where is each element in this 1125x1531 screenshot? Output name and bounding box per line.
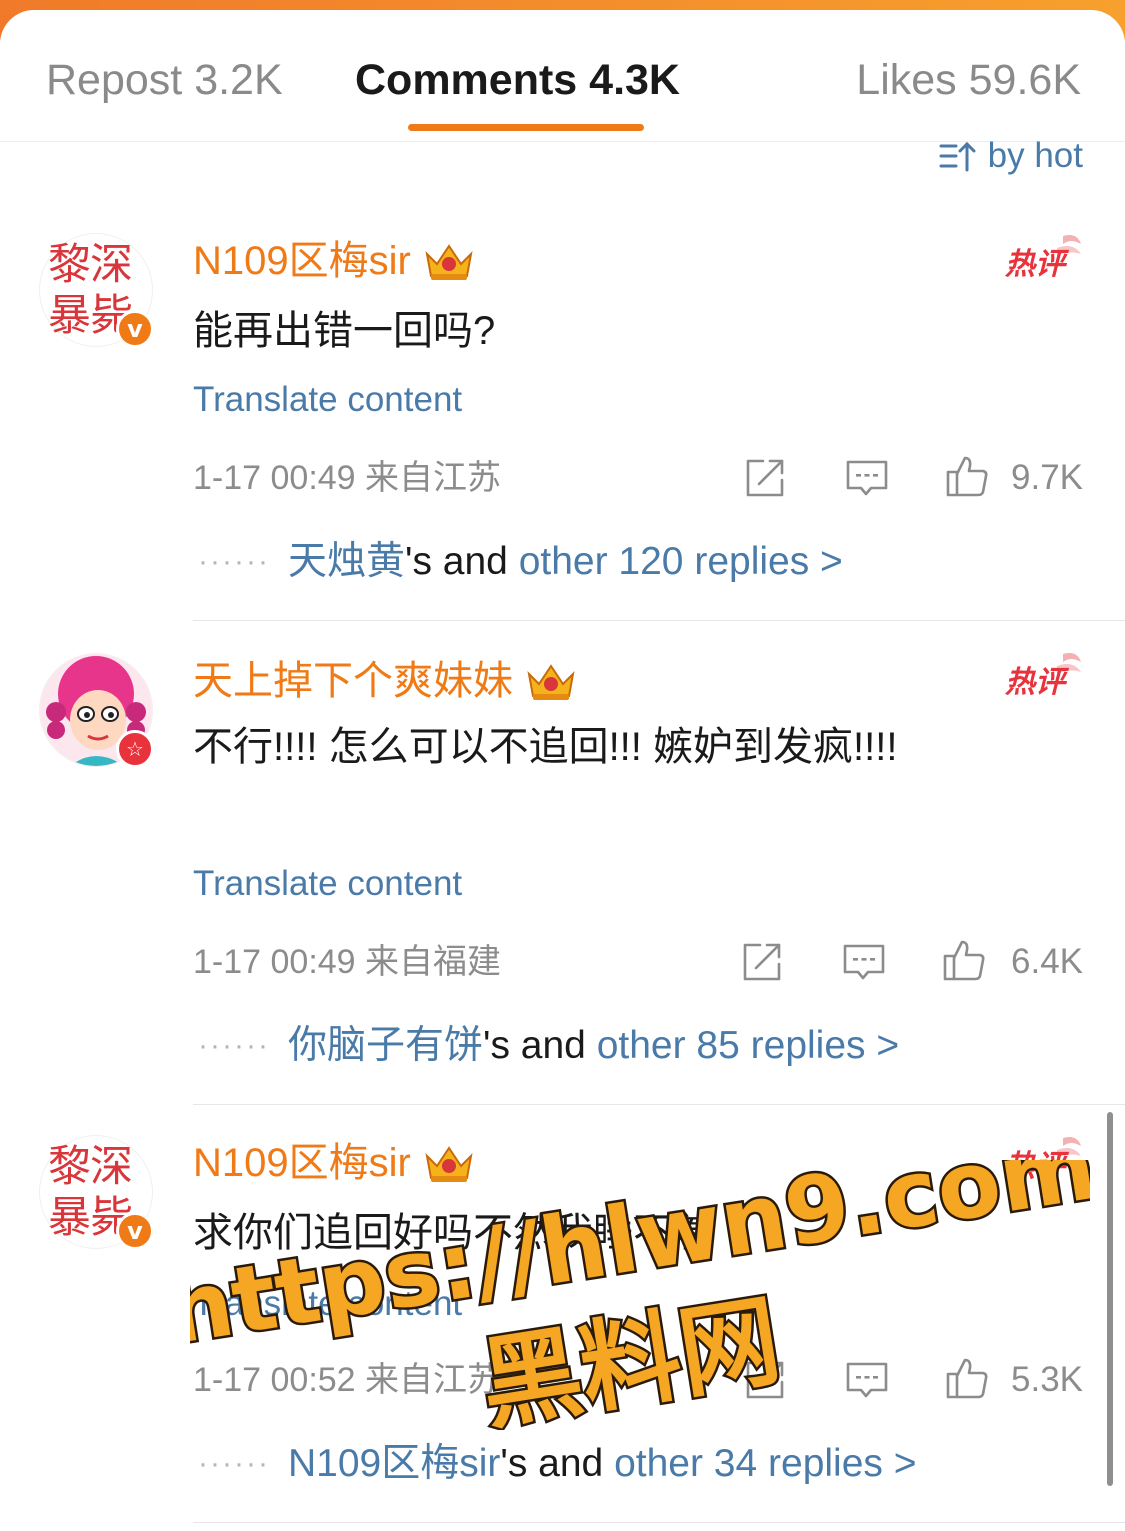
view-replies-link[interactable]: 天烛黄's and other 120 replies > bbox=[288, 538, 843, 586]
avatar[interactable]: 黎深暴毙 v bbox=[40, 1136, 154, 1250]
hot-comment-badge-icon: 热评 bbox=[1005, 653, 1081, 700]
like-count: 6.4K bbox=[1011, 942, 1083, 981]
comment-meta: 1-17 00:52 来自江苏 bbox=[193, 1361, 502, 1399]
share-icon[interactable] bbox=[740, 940, 784, 984]
share-icon[interactable] bbox=[743, 1358, 787, 1402]
like-icon[interactable] bbox=[942, 938, 986, 982]
reply-connector: 's and bbox=[500, 1442, 615, 1485]
crown-icon bbox=[527, 664, 575, 700]
verified-badge-icon: v bbox=[116, 310, 154, 348]
translate-link[interactable]: Translate content bbox=[193, 1282, 462, 1326]
comment-divider bbox=[193, 1104, 1125, 1105]
like-icon[interactable] bbox=[945, 454, 989, 498]
username-text: N109区梅sir bbox=[193, 1141, 411, 1185]
like-count: 5.3K bbox=[1011, 1360, 1083, 1399]
reply-connector: 's and bbox=[483, 1024, 597, 1067]
star-badge-icon: ☆ bbox=[116, 730, 154, 768]
tab-comments[interactable]: Comments 4.3K bbox=[355, 54, 680, 106]
reply-username: N109区梅sir bbox=[288, 1442, 501, 1485]
comment-text: 求你们追回好吗不然我睡不着 bbox=[193, 1211, 713, 1255]
like-icon[interactable] bbox=[945, 1356, 989, 1400]
comment-divider bbox=[193, 620, 1125, 621]
hot-badge-text: 热评 bbox=[1005, 665, 1070, 700]
replies-dots: ······ bbox=[198, 545, 270, 578]
active-tab-indicator bbox=[408, 124, 644, 131]
reply-username: 你脑子有饼 bbox=[288, 1024, 484, 1067]
replies-dots: ······ bbox=[198, 1447, 270, 1480]
sort-icon bbox=[939, 141, 976, 172]
verified-badge-icon: v bbox=[116, 1212, 154, 1250]
reply-count: other 120 replies > bbox=[518, 540, 843, 583]
hot-badge-text: 热评 bbox=[1005, 247, 1070, 282]
hot-comment-badge-icon: 热评 bbox=[1005, 235, 1081, 282]
avatar[interactable]: 黎深暴毙 v bbox=[40, 234, 154, 348]
sort-by-hot-button[interactable]: by hot bbox=[938, 134, 1083, 178]
hot-badge-text: 热评 bbox=[1005, 1149, 1070, 1184]
reply-count: other 85 replies > bbox=[596, 1024, 900, 1067]
replies-dots: ······ bbox=[198, 1029, 270, 1062]
comment-username[interactable]: N109区梅sir bbox=[193, 236, 477, 286]
tab-repost[interactable]: Repost 3.2K bbox=[46, 54, 283, 106]
comment-username[interactable]: N109区梅sir bbox=[193, 1138, 477, 1188]
view-replies-link[interactable]: 你脑子有饼's and other 85 replies > bbox=[288, 1022, 899, 1070]
comment-text: 能再出错一回吗? bbox=[193, 309, 496, 353]
translate-link[interactable]: Translate content bbox=[193, 378, 462, 422]
comment-icon[interactable] bbox=[845, 456, 889, 500]
comment-icon[interactable] bbox=[845, 1358, 889, 1402]
comment-icon[interactable] bbox=[842, 940, 886, 984]
view-replies-link[interactable]: N109区梅sir's and other 34 replies > bbox=[288, 1440, 917, 1488]
comment-text: 不行!!!! 怎么可以不追回!!! 嫉妒到发疯!!!! bbox=[193, 725, 898, 769]
tab-bar: Repost 3.2K Comments 4.3K Likes 59.6K bbox=[0, 10, 1125, 142]
comment-username[interactable]: 天上掉下个爽妹妹 bbox=[193, 656, 579, 706]
reply-count: other 34 replies > bbox=[614, 1442, 917, 1485]
share-icon[interactable] bbox=[743, 456, 787, 500]
tab-likes[interactable]: Likes 59.6K bbox=[856, 54, 1081, 106]
scrollbar[interactable] bbox=[1107, 1112, 1113, 1486]
hot-comment-badge-icon: 热评 bbox=[1005, 1137, 1081, 1184]
username-text: N109区梅sir bbox=[193, 239, 411, 283]
reply-connector: 's and bbox=[405, 540, 519, 583]
sort-label: by hot bbox=[987, 136, 1083, 175]
comment-divider bbox=[193, 1522, 1125, 1523]
username-text: 天上掉下个爽妹妹 bbox=[193, 659, 513, 703]
crown-icon bbox=[425, 244, 473, 280]
crown-icon bbox=[425, 1146, 473, 1182]
comment-meta: 1-17 00:49 来自福建 bbox=[193, 943, 502, 981]
reply-username: 天烛黄 bbox=[288, 540, 406, 583]
like-count: 9.7K bbox=[1011, 458, 1083, 497]
translate-link[interactable]: Translate content bbox=[193, 862, 462, 906]
comment-meta: 1-17 00:49 来自江苏 bbox=[193, 459, 502, 497]
